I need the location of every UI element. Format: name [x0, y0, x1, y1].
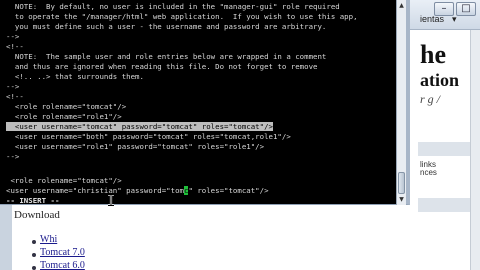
tools-menu[interactable]: ientas — [420, 14, 444, 24]
terminal-scrollbar-thumb[interactable] — [398, 172, 405, 194]
terminal-line: --> — [6, 152, 20, 161]
terminal-line: <role rolename="tomcat"/> — [6, 102, 127, 111]
edit-text-after: " roles="tomcat"/> — [188, 186, 269, 195]
terminal-line: --> — [6, 82, 20, 91]
scroll-down-icon[interactable]: ▼ — [397, 195, 406, 204]
download-link[interactable]: Tomcat 6.0 — [40, 260, 85, 270]
list-bullet — [32, 253, 36, 257]
edit-text-before: <user username="christian" password="tom — [6, 186, 184, 195]
site-logo-line3: r g / — [420, 92, 441, 106]
terminal-line: to operate the "/manager/html" web appli… — [6, 12, 358, 21]
terminal-window[interactable]: NOTE: By default, no user is included in… — [0, 0, 410, 205]
mouse-ibeam-cursor-icon — [108, 194, 114, 206]
maximize-button[interactable]: □ — [456, 2, 476, 16]
terminal-line: <!.. ..> that surrounds them. — [6, 72, 144, 81]
sidebar-section-header — [418, 142, 478, 156]
vim-mode-indicator: -- INSERT -- — [6, 196, 60, 205]
site-logo-line2: ation — [420, 70, 460, 90]
scroll-up-icon[interactable]: ▲ — [397, 1, 406, 10]
terminal-line-selected: <user username="tomcat" password="tomcat… — [6, 122, 273, 131]
sidebar-link[interactable]: nces — [420, 168, 437, 177]
download-link[interactable]: Whi — [40, 234, 57, 245]
terminal-text-area[interactable]: NOTE: By default, no user is included in… — [0, 0, 396, 205]
terminal-line: NOTE: The sample user and role entries b… — [6, 52, 327, 61]
terminal-line: and thus are ignored when reading this f… — [6, 62, 318, 71]
terminal-line: <role rolename="role1"/> — [6, 112, 122, 121]
sidebar-section-header — [418, 198, 478, 212]
terminal-line: <user username="both" password="tomcat" … — [6, 132, 291, 141]
terminal-line: --> — [6, 32, 20, 41]
terminal-line: <role rolename="tomcat"/> — [6, 176, 122, 185]
terminal-line: you must define such a user - the userna… — [6, 22, 327, 31]
chevron-down-icon[interactable]: ▾ — [452, 14, 457, 25]
site-logo-line1: he — [420, 40, 446, 69]
terminal-line: <user username="role1" password="tomcat"… — [6, 142, 265, 151]
terminal-line: <!-- — [6, 92, 24, 101]
terminal-edit-line: <user username="christian" password="tom… — [6, 186, 269, 195]
list-bullet — [32, 266, 36, 270]
list-bullet — [32, 240, 36, 244]
terminal-line: NOTE: By default, no user is included in… — [6, 2, 340, 11]
downloads-heading: Download — [14, 209, 60, 221]
download-link[interactable]: Tomcat 7.0 — [40, 247, 85, 258]
terminal-line: <!-- — [6, 42, 24, 51]
page-left-strip — [0, 205, 12, 270]
browser-scrollbar[interactable] — [470, 30, 480, 270]
